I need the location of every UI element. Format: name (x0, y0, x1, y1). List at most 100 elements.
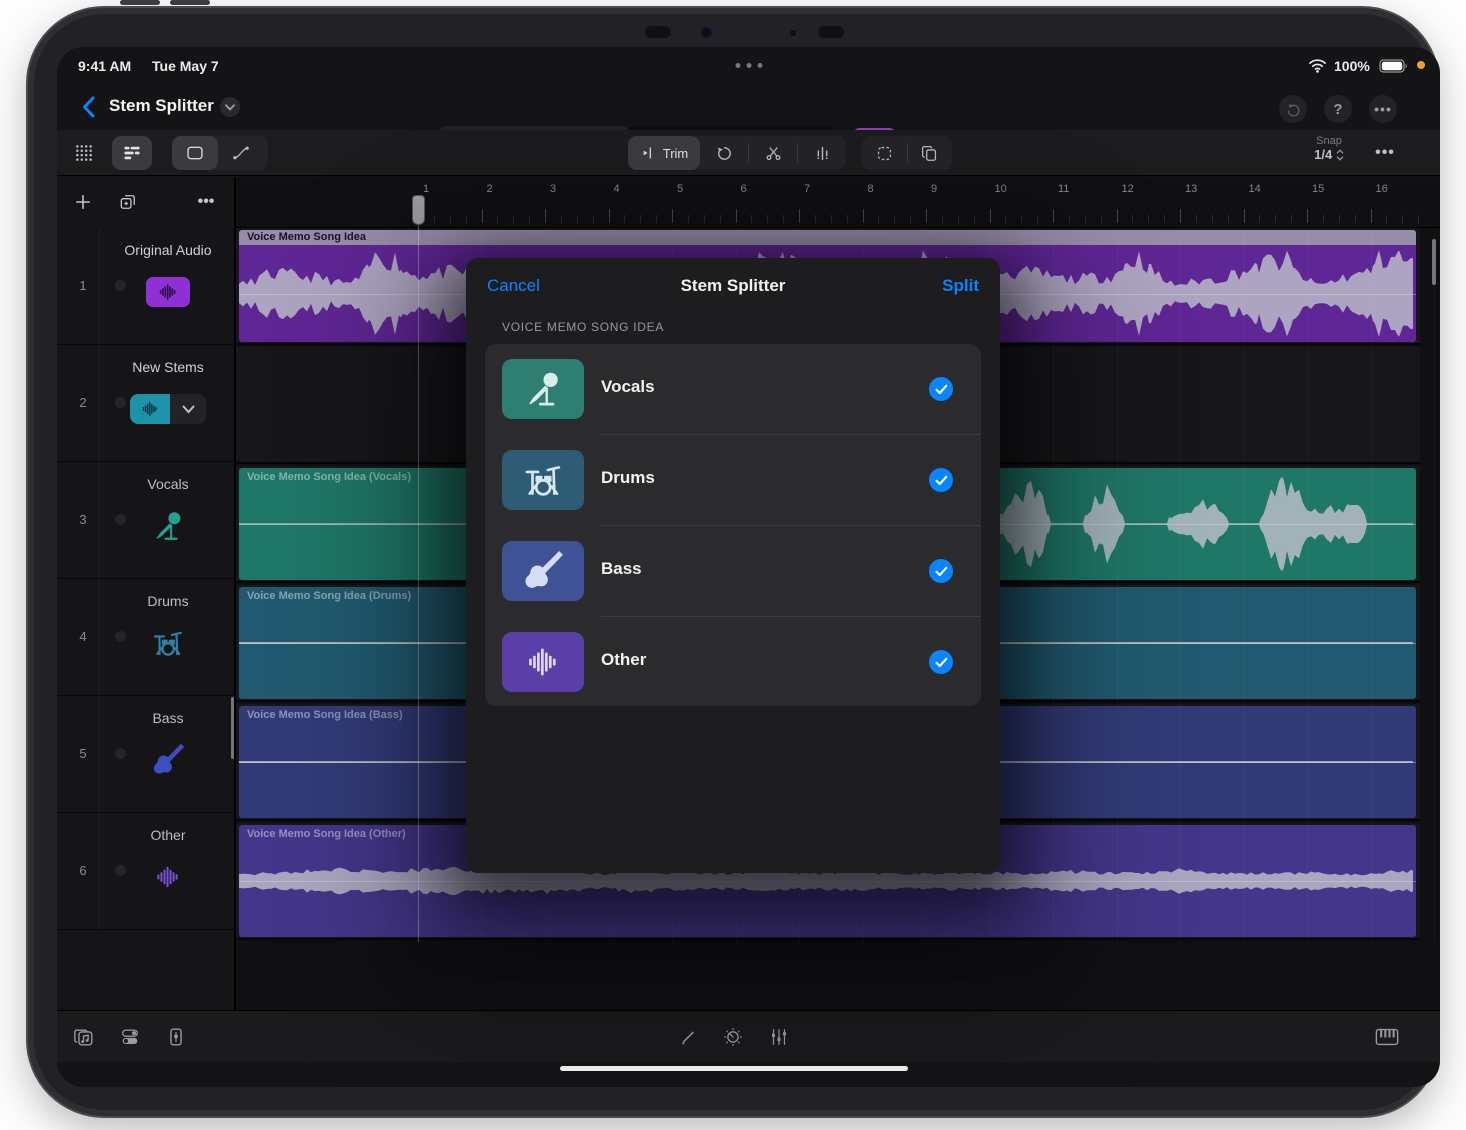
vertical-scrollbar[interactable] (1432, 239, 1436, 285)
bar-gridline (1307, 228, 1308, 942)
page: 9:41 AM Tue May 7 100% Stem Splitter (0, 0, 1466, 1130)
bar-gridline (1434, 228, 1435, 942)
copy-button[interactable] (908, 136, 953, 170)
bottom-toolbar (57, 1010, 1440, 1062)
ruler-tick (1402, 215, 1403, 223)
track-header-new-stems[interactable]: 2 New Stems (57, 345, 236, 462)
loop-browser-icon[interactable] (71, 1024, 97, 1050)
keyboard-icon[interactable] (1373, 1024, 1401, 1050)
region-edit-group: Trim (628, 136, 846, 170)
pencil-edit-icon[interactable] (675, 1024, 701, 1050)
stem-row-vocals[interactable]: Vocals (485, 344, 981, 434)
split-button[interactable]: Split (942, 276, 979, 296)
ruler-tick (1005, 215, 1006, 223)
ruler-tick (1069, 215, 1070, 223)
checkbox-checked-icon[interactable] (929, 468, 953, 492)
screen: 9:41 AM Tue May 7 100% Stem Splitter (57, 47, 1440, 1087)
ruler-tick (1148, 215, 1149, 223)
select-tool-button[interactable] (172, 136, 218, 170)
checkbox-checked-icon[interactable] (929, 559, 953, 583)
snap-control[interactable]: Snap 1/4 (1300, 135, 1358, 162)
ruler-tick (593, 215, 594, 223)
dialog-title: Stem Splitter (466, 276, 1000, 296)
battery-icon (1379, 59, 1409, 73)
ruler-tick (482, 209, 483, 223)
marquee-select-button[interactable] (862, 136, 907, 170)
ruler-tick (1418, 215, 1419, 223)
more-options-button[interactable]: ••• (1369, 95, 1397, 123)
bar-number: 2 (487, 183, 493, 195)
ruler-tick (1101, 215, 1102, 223)
add-track-button[interactable] (71, 190, 95, 214)
scissors-button[interactable] (749, 136, 797, 170)
ruler-tick (1117, 209, 1118, 223)
checkbox-checked-icon[interactable] (929, 377, 953, 401)
ruler-tick (688, 215, 689, 223)
volume-button (170, 0, 210, 5)
ruler-tick (1132, 215, 1133, 223)
trim-button[interactable]: Trim (628, 136, 700, 170)
knob-icon[interactable] (720, 1024, 746, 1050)
ruler-tick (1386, 215, 1387, 223)
ruler-tick (1228, 215, 1229, 223)
split-button[interactable] (798, 136, 846, 170)
ruler-tick (1180, 209, 1181, 223)
ruler-tick (990, 209, 991, 223)
track-header-drums[interactable]: 4 Drums (57, 579, 236, 696)
mixer-icon[interactable] (766, 1024, 792, 1050)
track-panel-more-button[interactable]: ••• (193, 190, 219, 214)
undo-button[interactable] (1279, 95, 1307, 123)
track-header-vocals[interactable]: 3 Vocals (57, 462, 236, 579)
mic-icon (502, 359, 584, 419)
ruler-tick (736, 209, 737, 223)
ruler-tick (863, 209, 864, 223)
playhead-handle[interactable] (412, 195, 425, 225)
track-panel-scrollbar[interactable] (231, 697, 234, 759)
mic-icon (107, 498, 229, 554)
toolbar-more-button[interactable]: ••• (1367, 140, 1403, 166)
title-menu-chevron-icon[interactable] (220, 97, 240, 117)
snap-label: Snap (1300, 135, 1358, 147)
stack-expand-chevron-icon[interactable] (170, 394, 206, 424)
drums-icon (107, 615, 229, 671)
help-button[interactable]: ? (1324, 95, 1352, 123)
ruler-tick (767, 215, 768, 223)
bar-number: 5 (677, 183, 683, 195)
front-camera (700, 26, 713, 39)
back-button[interactable] (77, 93, 101, 121)
checkbox-checked-icon[interactable] (929, 650, 953, 674)
stem-row-other[interactable]: Other (485, 617, 981, 706)
multitasking-indicator[interactable] (735, 63, 762, 68)
waveform-icon (146, 277, 190, 307)
home-indicator[interactable] (560, 1066, 908, 1071)
ruler-tick (1371, 209, 1372, 223)
bar-gridline (1117, 228, 1118, 942)
bar-number: 4 (614, 183, 620, 195)
loop-tool-button[interactable] (700, 136, 748, 170)
stem-row-bass[interactable]: Bass (485, 526, 981, 616)
bar-number: 8 (868, 183, 874, 195)
waveform-centerline (239, 881, 1416, 882)
clock: 9:41 AM (78, 58, 131, 74)
bar-number: 12 (1122, 183, 1134, 195)
duplicate-track-button[interactable] (116, 190, 140, 214)
controls-toggles-icon[interactable] (117, 1024, 143, 1050)
bar-gridline (1180, 228, 1181, 942)
track-header-panel: ••• 1 Original Audio 2 New Stems (57, 177, 236, 1010)
bar-gridline (1371, 228, 1372, 942)
ruler-tick (640, 215, 641, 223)
track-header-bass[interactable]: 5 Bass (57, 696, 236, 813)
automation-tool-button[interactable] (218, 136, 264, 170)
ruler-tick (894, 215, 895, 223)
ruler-tick (783, 215, 784, 223)
ruler-tick (1244, 209, 1245, 223)
fader-icon[interactable] (163, 1024, 189, 1050)
bar-number: 3 (550, 183, 556, 195)
ruler-tick (1212, 215, 1213, 223)
tracks-view-button[interactable] (112, 136, 152, 170)
grid-view-icon[interactable] (71, 141, 97, 165)
bar-number: 1 (423, 183, 429, 195)
track-header-original-audio[interactable]: 1 Original Audio (57, 228, 236, 345)
stem-row-drums[interactable]: Drums (485, 435, 981, 525)
track-header-other[interactable]: 6 Other (57, 813, 236, 930)
